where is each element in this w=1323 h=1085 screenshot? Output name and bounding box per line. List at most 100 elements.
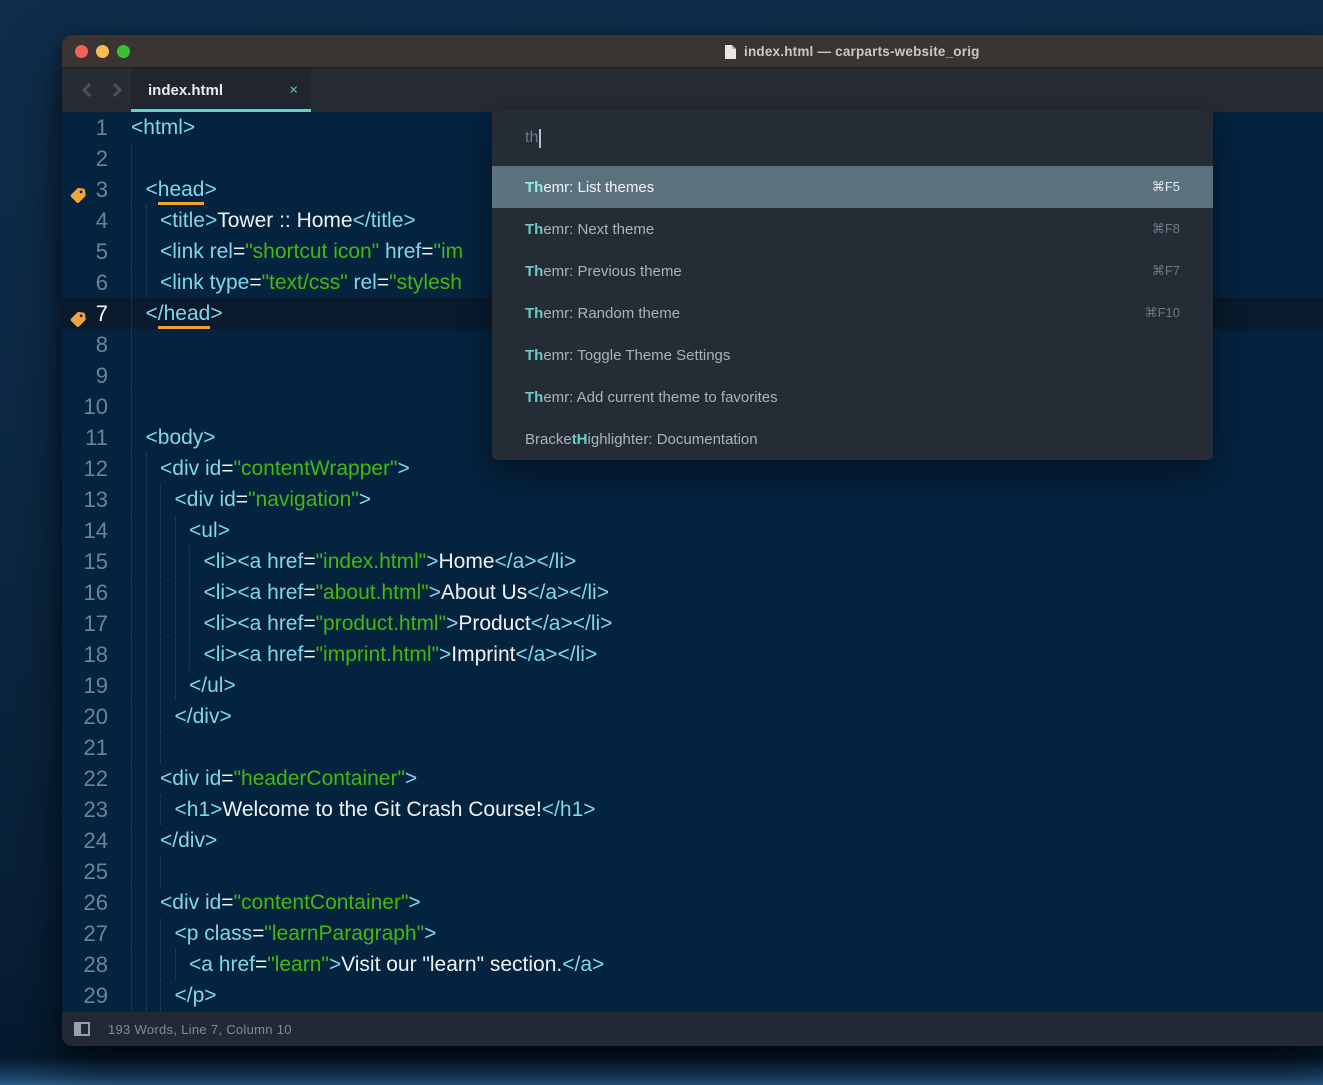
indent-guide: [175, 608, 190, 639]
keyboard-shortcut: ⌘F10: [1145, 305, 1180, 321]
line-number[interactable]: 29: [62, 980, 122, 1011]
line-number[interactable]: 13: [62, 484, 122, 515]
code-content: <link rel="shortcut icon" href="im: [122, 236, 463, 267]
palette-item-3[interactable]: Themr: Previous theme⌘F7: [492, 250, 1213, 292]
code-line-17[interactable]: 17<li><a href="product.html">Product</a>…: [62, 608, 1323, 639]
token-tag: <div id: [160, 767, 221, 790]
code-line-25[interactable]: 25: [62, 856, 1323, 887]
indent-guide: [131, 732, 146, 763]
line-number[interactable]: 22: [62, 763, 122, 794]
code-line-26[interactable]: 26<div id="contentContainer">: [62, 887, 1323, 918]
line-number[interactable]: 3: [62, 174, 122, 205]
line-number[interactable]: 9: [62, 360, 122, 391]
line-number[interactable]: 15: [62, 546, 122, 577]
indent-guide: [160, 608, 175, 639]
code-line-27[interactable]: 27<p class="learnParagraph">: [62, 918, 1323, 949]
indent-guide: [175, 577, 190, 608]
indent-guide: [131, 639, 146, 670]
line-number[interactable]: 14: [62, 515, 122, 546]
palette-search-input[interactable]: th: [492, 110, 1213, 166]
indent-guide: [160, 670, 175, 701]
token-txt: Welcome to the Git Crash Course!: [222, 798, 541, 821]
indent-guide: [131, 794, 146, 825]
line-number[interactable]: 1: [62, 112, 122, 143]
token-tag: </div>: [160, 829, 217, 852]
line-number[interactable]: 16: [62, 577, 122, 608]
code-line-28[interactable]: 28<a href="learn">Visit our "learn" sect…: [62, 949, 1323, 980]
line-number[interactable]: 2: [62, 143, 122, 174]
title-bar[interactable]: index.html — carparts-website_orig: [62, 35, 1323, 68]
vintage-mode-icon[interactable]: [74, 1022, 90, 1036]
token-txt: =: [421, 240, 433, 263]
code-content: <li><a href="product.html">Product</a></…: [122, 608, 612, 639]
code-line-18[interactable]: 18<li><a href="imprint.html">Imprint</a>…: [62, 639, 1323, 670]
palette-item-5[interactable]: Themr: Toggle Theme Settings: [492, 334, 1213, 376]
palette-item-2[interactable]: Themr: Next theme⌘F8: [492, 208, 1213, 250]
code-line-24[interactable]: 24 </div>: [62, 825, 1323, 856]
line-number[interactable]: 25: [62, 856, 122, 887]
line-number[interactable]: 17: [62, 608, 122, 639]
close-window-button[interactable]: [75, 45, 88, 58]
token-txt: =: [303, 612, 315, 635]
code-line-22[interactable]: 22<div id="headerContainer">: [62, 763, 1323, 794]
line-number[interactable]: 7: [62, 298, 122, 329]
code-line-23[interactable]: 23<h1>Welcome to the Git Crash Course!</…: [62, 794, 1323, 825]
code-line-19[interactable]: 19</ul>: [62, 670, 1323, 701]
zoom-window-button[interactable]: [117, 45, 130, 58]
indent-guide: [146, 236, 161, 267]
status-text: 193 Words, Line 7, Column 10: [108, 1022, 292, 1037]
code-content: <div id="navigation">: [122, 484, 371, 515]
line-number[interactable]: 11: [62, 422, 122, 453]
indent-guide: [146, 794, 161, 825]
palette-item-4[interactable]: Themr: Random theme⌘F10: [492, 292, 1213, 334]
line-number[interactable]: 26: [62, 887, 122, 918]
tab-close-icon[interactable]: ×: [289, 82, 298, 99]
code-line-21[interactable]: 21: [62, 732, 1323, 763]
code-content: <ul>: [122, 515, 230, 546]
code-line-16[interactable]: 16<li><a href="about.html">About Us</a><…: [62, 577, 1323, 608]
token-tag: </a>: [562, 953, 604, 976]
forward-icon[interactable]: [108, 83, 122, 97]
line-number[interactable]: 6: [62, 267, 122, 298]
indent-guide: [131, 515, 146, 546]
indent-guide: [146, 484, 161, 515]
line-number[interactable]: 20: [62, 701, 122, 732]
palette-item-1[interactable]: Themr: List themes⌘F5: [492, 166, 1213, 208]
code-line-29[interactable]: 29</p>: [62, 980, 1323, 1011]
token-tag: <ul>: [189, 519, 230, 542]
palette-item-label: Themr: Toggle Theme Settings: [525, 347, 730, 364]
line-number[interactable]: 19: [62, 670, 122, 701]
code-line-14[interactable]: 14 <ul>: [62, 515, 1323, 546]
tab-index-html[interactable]: index.html ×: [131, 68, 311, 112]
line-number[interactable]: 21: [62, 732, 122, 763]
token-txt: =: [252, 922, 264, 945]
indent-guide: [131, 670, 146, 701]
line-number[interactable]: 8: [62, 329, 122, 360]
back-icon[interactable]: [82, 83, 96, 97]
code-line-20[interactable]: 20</div>: [62, 701, 1323, 732]
text-cursor: [539, 129, 541, 148]
minimize-window-button[interactable]: [96, 45, 109, 58]
code-line-15[interactable]: 15<li><a href="index.html">Home</a></li>: [62, 546, 1323, 577]
token-tag: </title>: [353, 209, 416, 232]
line-number[interactable]: 18: [62, 639, 122, 670]
line-number[interactable]: 24: [62, 825, 122, 856]
token-txt: =: [221, 457, 233, 480]
indent-guide: [131, 422, 146, 453]
line-number[interactable]: 10: [62, 391, 122, 422]
code-line-13[interactable]: 13<div id="navigation">: [62, 484, 1323, 515]
palette-item-label: BracketHighlighter: Documentation: [525, 431, 758, 448]
palette-item-7[interactable]: BracketHighlighter: Documentation: [492, 418, 1213, 460]
code-content: <div id="contentContainer">: [122, 887, 421, 918]
line-number[interactable]: 5: [62, 236, 122, 267]
line-number[interactable]: 28: [62, 949, 122, 980]
token-txt: =: [221, 891, 233, 914]
line-number[interactable]: 12: [62, 453, 122, 484]
code-content: [122, 732, 175, 763]
line-number[interactable]: 23: [62, 794, 122, 825]
line-number[interactable]: 4: [62, 205, 122, 236]
indent-guide: [131, 546, 146, 577]
palette-item-6[interactable]: Themr: Add current theme to favorites: [492, 376, 1213, 418]
line-number[interactable]: 27: [62, 918, 122, 949]
indent-guide: [146, 732, 161, 763]
